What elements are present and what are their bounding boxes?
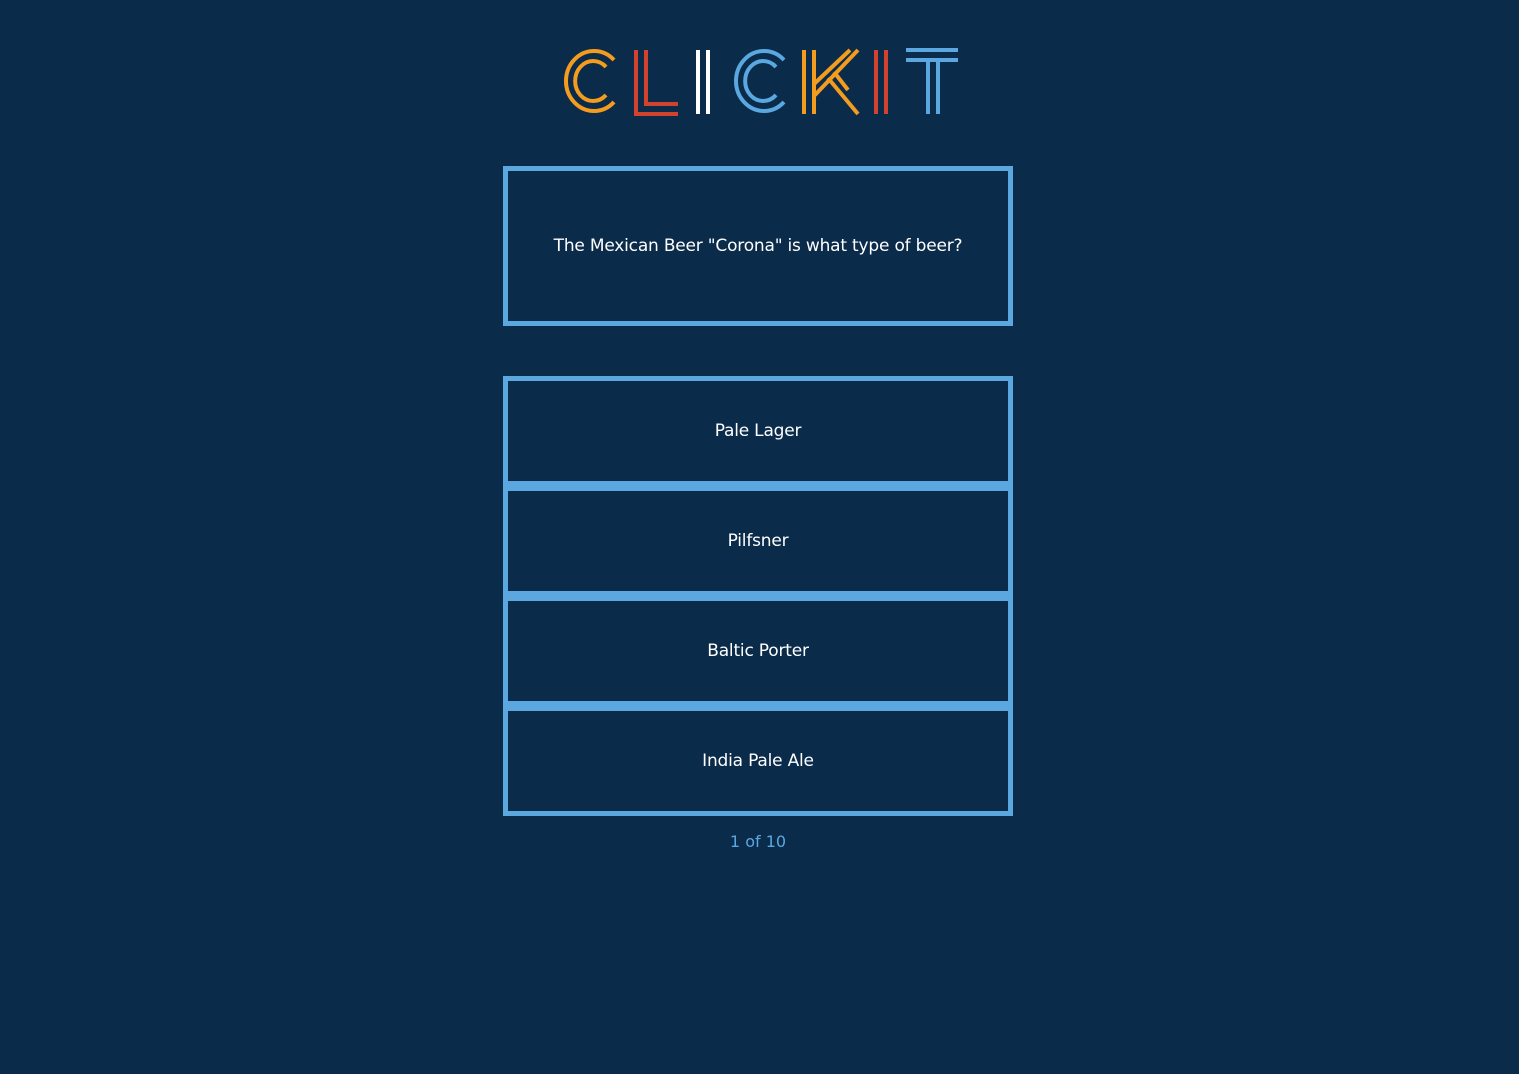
logo-letter-l: [634, 50, 678, 116]
answer-option-1[interactable]: Pale Lager: [508, 381, 1008, 481]
answer-label: Baltic Porter: [707, 641, 809, 661]
logo-letter-t: [906, 48, 958, 114]
logo-letter-i1: [696, 50, 710, 114]
clickit-logo-graphic: [564, 48, 958, 116]
answer-list: Pale Lager Pilfsner Baltic Porter India …: [503, 376, 1013, 816]
clickit-logo: [558, 44, 962, 120]
answer-option-2[interactable]: Pilfsner: [508, 491, 1008, 591]
logo-letter-k: [802, 48, 860, 116]
question-text: The Mexican Beer "Corona" is what type o…: [553, 236, 963, 256]
question-card: The Mexican Beer "Corona" is what type o…: [503, 166, 1013, 326]
logo-letter-c2: [734, 49, 786, 113]
answer-label: Pilfsner: [727, 531, 789, 551]
answer-option-3[interactable]: Baltic Porter: [508, 601, 1008, 701]
answer-option-4[interactable]: India Pale Ale: [508, 711, 1008, 811]
answer-label: India Pale Ale: [702, 751, 814, 771]
logo-letter-i2: [874, 50, 888, 114]
answer-label: Pale Lager: [714, 421, 802, 441]
question-progress: 1 of 10: [729, 832, 787, 851]
logo-letter-c1: [564, 49, 616, 113]
